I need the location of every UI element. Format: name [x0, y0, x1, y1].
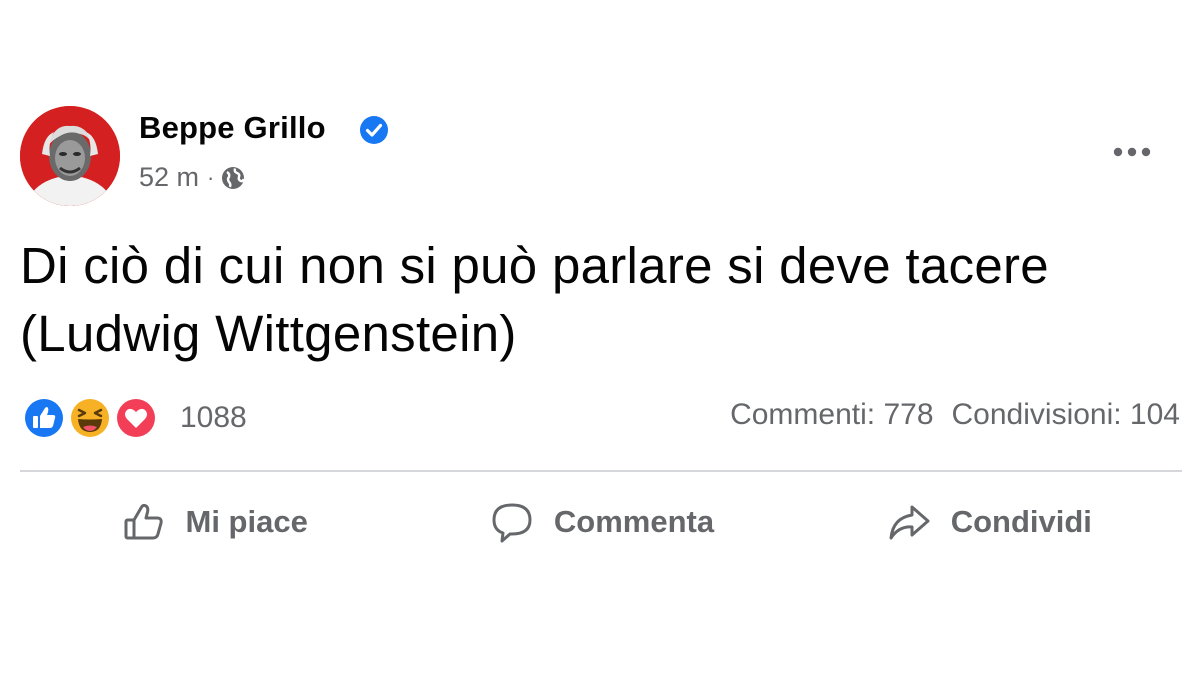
- facebook-post: Beppe Grillo 52 m · Di ciò di cui non si…: [0, 0, 1200, 675]
- post-actions: Mi piace Commenta Condividi: [20, 494, 1182, 550]
- love-reaction-icon: [115, 397, 157, 439]
- comment-button[interactable]: Commenta: [407, 494, 794, 550]
- avatar[interactable]: [20, 106, 120, 206]
- comment-bubble-icon: [492, 503, 532, 543]
- like-reaction-icon: [23, 397, 65, 439]
- verified-badge-icon: [360, 116, 388, 144]
- comments-count[interactable]: Commenti: 778: [730, 398, 933, 432]
- shares-count[interactable]: Condivisioni: 104: [952, 398, 1180, 432]
- thumbs-up-icon: [124, 503, 163, 540]
- share-button-label: Condividi: [950, 504, 1092, 539]
- meta-separator: ·: [207, 164, 215, 190]
- like-button[interactable]: Mi piace: [20, 494, 407, 550]
- share-arrow-icon: [889, 505, 930, 540]
- comment-button-label: Commenta: [553, 504, 715, 539]
- more-options-icon: [1113, 147, 1151, 157]
- haha-reaction-icon: [69, 397, 111, 439]
- share-button[interactable]: Condividi: [795, 494, 1182, 550]
- post-text: Di ciò di cui non si può parlare si deve…: [20, 237, 1049, 362]
- reaction-icons: [22, 396, 164, 440]
- more-options-button[interactable]: [1110, 135, 1154, 169]
- globe-icon[interactable]: [220, 165, 246, 191]
- reaction-count[interactable]: 1088: [180, 401, 247, 435]
- profile-photo-icon: [20, 106, 120, 206]
- post-meta: 52 m ·: [139, 162, 246, 193]
- reactions-summary[interactable]: 1088: [22, 396, 247, 440]
- post-stats: Commenti: 778 Condivisioni: 104: [730, 398, 1180, 432]
- like-button-label: Mi piace: [185, 504, 308, 539]
- author-name[interactable]: Beppe Grillo: [139, 110, 326, 146]
- divider: [20, 470, 1182, 472]
- post-timestamp[interactable]: 52 m: [139, 162, 199, 193]
